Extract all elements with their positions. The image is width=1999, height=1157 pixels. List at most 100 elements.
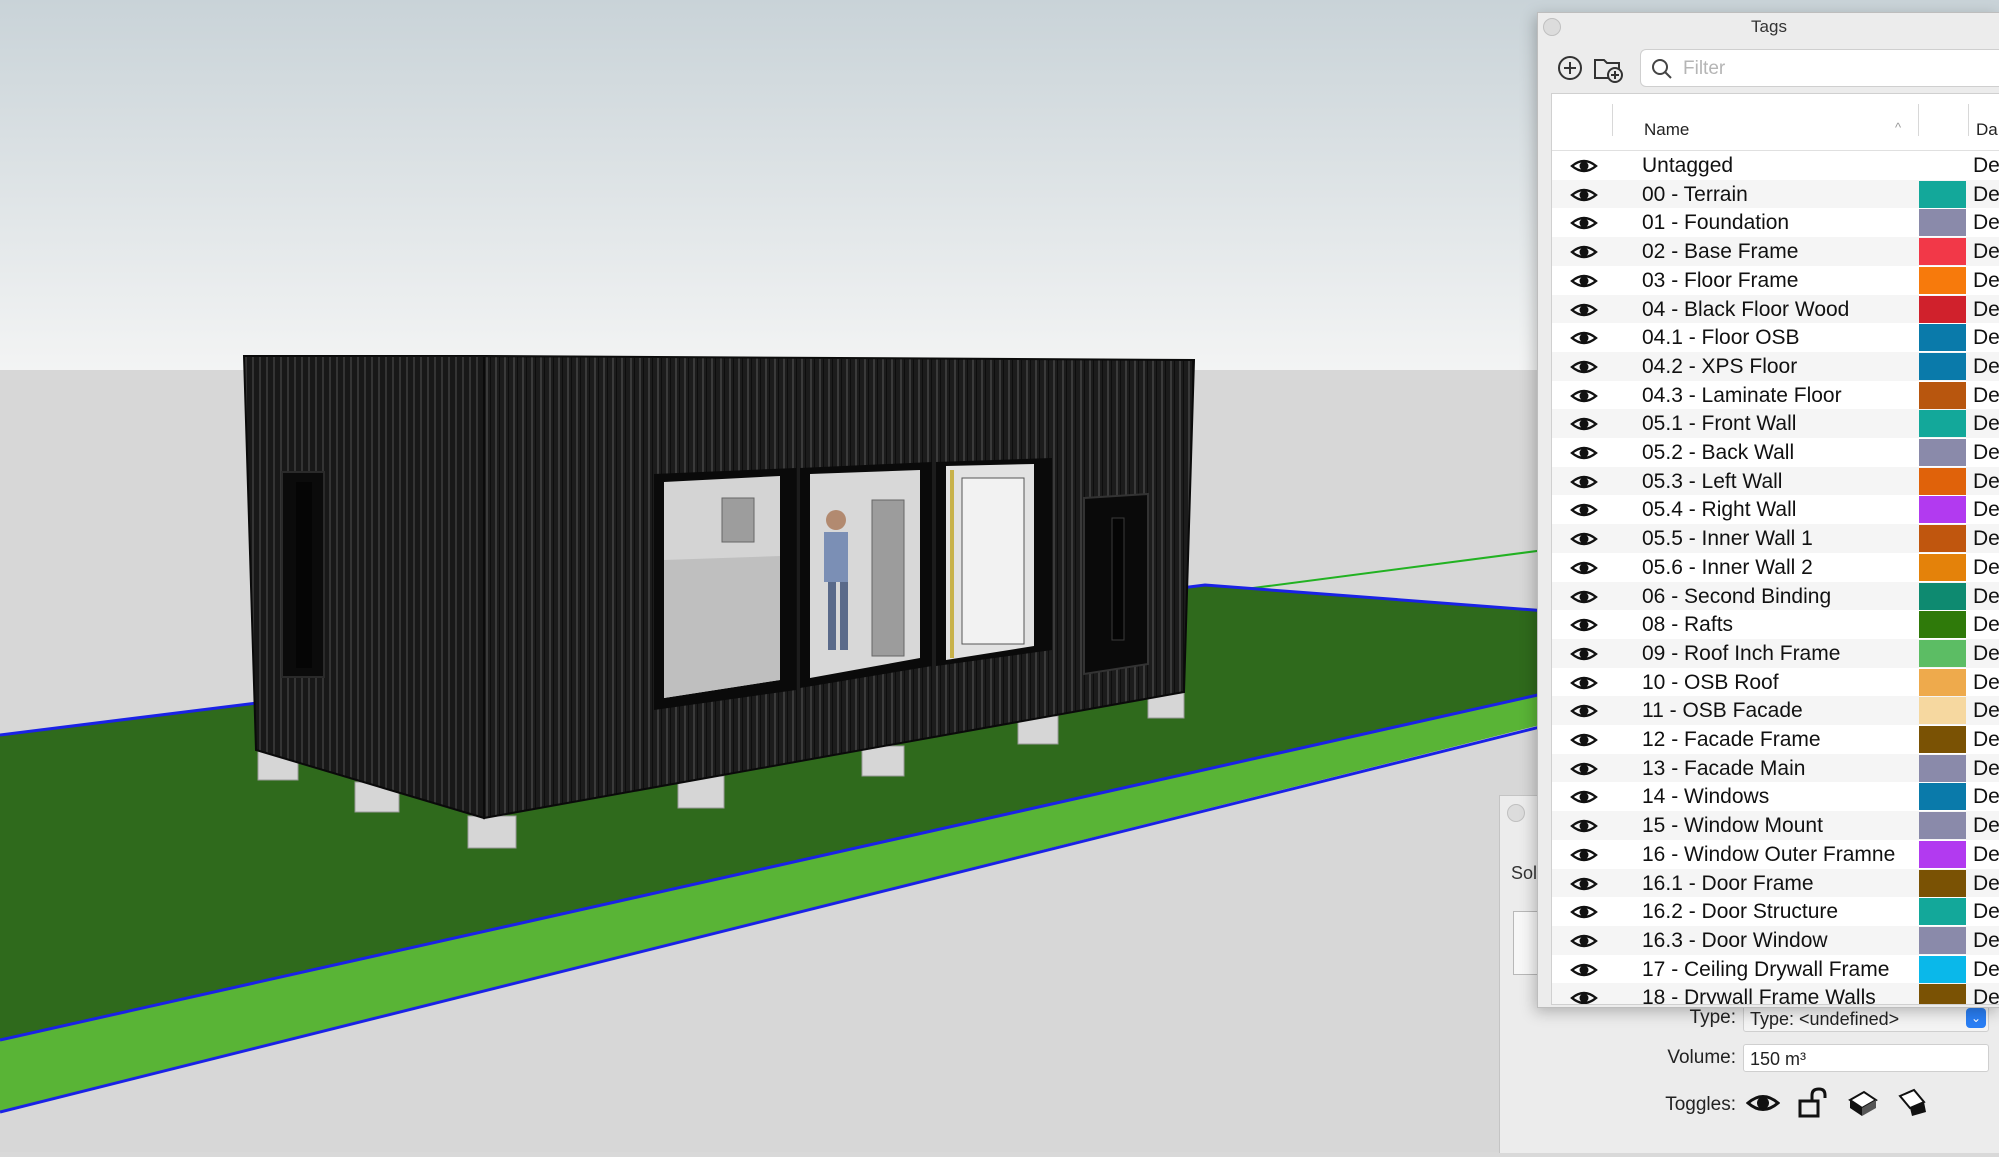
tag-dash-value[interactable]: De: [1973, 498, 1999, 522]
tag-dash-value[interactable]: De: [1973, 757, 1999, 781]
tag-row[interactable]: 10 - OSB Roof De: [1552, 668, 1999, 697]
tag-color-swatch[interactable]: [1919, 410, 1966, 438]
tag-dash-value[interactable]: De: [1973, 240, 1999, 264]
tag-color-swatch[interactable]: [1919, 525, 1966, 553]
tag-color-swatch[interactable]: [1919, 496, 1966, 524]
visibility-eye-icon[interactable]: [1570, 357, 1598, 377]
tag-dash-value[interactable]: De: [1973, 613, 1999, 637]
tag-color-swatch[interactable]: [1919, 266, 1966, 294]
tag-row[interactable]: 16.3 - Door Window De: [1552, 925, 1999, 955]
visibility-eye-icon[interactable]: [1570, 845, 1598, 865]
tag-color-swatch[interactable]: [1919, 439, 1966, 466]
tag-color-swatch[interactable]: [1919, 955, 1966, 983]
tag-dash-value[interactable]: De: [1973, 298, 1999, 322]
tag-dash-value[interactable]: De: [1973, 441, 1999, 465]
tag-row[interactable]: 16.2 - Door Structure De: [1552, 897, 1999, 926]
visibility-eye-icon[interactable]: [1570, 673, 1598, 693]
tag-color-swatch[interactable]: [1919, 840, 1966, 868]
tag-color-swatch[interactable]: [1919, 697, 1966, 725]
visibility-eye-icon[interactable]: [1570, 386, 1598, 406]
add-tag-folder-icon[interactable]: [1592, 52, 1624, 84]
tag-dash-value[interactable]: De: [1973, 843, 1999, 867]
tag-row[interactable]: 09 - Roof Inch Frame De: [1552, 638, 1999, 668]
tag-row[interactable]: 05.1 - Front Wall De: [1552, 409, 1999, 438]
tag-color-swatch[interactable]: [1919, 869, 1966, 897]
tag-dash-value[interactable]: De: [1973, 986, 1999, 1004]
tag-color-swatch[interactable]: [1919, 238, 1966, 266]
visibility-eye-icon[interactable]: [1570, 960, 1598, 980]
visibility-eye-icon[interactable]: [1570, 644, 1598, 664]
tag-color-swatch[interactable]: [1919, 926, 1966, 954]
visibility-eye-icon[interactable]: [1570, 213, 1598, 233]
tag-dash-value[interactable]: De: [1973, 872, 1999, 896]
tag-dash-value[interactable]: De: [1973, 154, 1999, 178]
tag-color-swatch[interactable]: [1919, 381, 1966, 409]
visibility-eye-icon[interactable]: [1570, 414, 1598, 434]
visibility-eye-icon[interactable]: [1570, 558, 1598, 578]
tag-dash-value[interactable]: De: [1973, 814, 1999, 838]
visibility-eye-icon[interactable]: [1570, 242, 1598, 262]
tag-dash-value[interactable]: De: [1973, 642, 1999, 666]
visibility-eye-icon[interactable]: [1570, 787, 1598, 807]
tag-dash-value[interactable]: De: [1973, 527, 1999, 551]
visibility-eye-icon[interactable]: [1570, 816, 1598, 836]
visibility-eye-icon[interactable]: [1570, 185, 1598, 205]
tag-row[interactable]: 05.4 - Right Wall De: [1552, 495, 1999, 524]
tag-dash-value[interactable]: De: [1973, 728, 1999, 752]
type-select[interactable]: Type: <undefined> ⌄: [1743, 1004, 1989, 1032]
visibility-eye-icon[interactable]: [1570, 328, 1598, 348]
tag-row[interactable]: 04.1 - Floor OSB De: [1552, 323, 1999, 352]
tag-color-swatch[interactable]: [1919, 639, 1966, 667]
visibility-eye-icon[interactable]: [1570, 529, 1598, 549]
tag-row[interactable]: 15 - Window Mount De: [1552, 811, 1999, 840]
tag-row[interactable]: 18 - Drywall Frame Walls De: [1552, 983, 1999, 1004]
tag-color-swatch[interactable]: [1919, 352, 1966, 380]
tag-color-swatch[interactable]: [1919, 553, 1966, 581]
tag-color-swatch[interactable]: [1919, 180, 1966, 208]
visibility-eye-icon[interactable]: [1570, 730, 1598, 750]
unlock-icon[interactable]: [1796, 1086, 1830, 1120]
tag-row[interactable]: 04 - Black Floor Wood De: [1552, 294, 1999, 324]
tag-dash-value[interactable]: De: [1973, 269, 1999, 293]
tag-row[interactable]: 06 - Second Binding De: [1552, 581, 1999, 611]
tag-row[interactable]: 16.1 - Door Frame De: [1552, 868, 1999, 898]
column-header-dashes[interactable]: Da: [1976, 120, 1998, 140]
visibility-eye-icon[interactable]: [1570, 874, 1598, 894]
visibility-eye-icon[interactable]: [1570, 931, 1598, 951]
tag-row[interactable]: 08 - Rafts De: [1552, 610, 1999, 639]
tag-dash-value[interactable]: De: [1973, 929, 1999, 953]
filter-input[interactable]: [1681, 54, 1999, 84]
tag-color-swatch[interactable]: [1919, 611, 1966, 639]
tag-dash-value[interactable]: De: [1973, 384, 1999, 408]
tag-color-swatch[interactable]: [1919, 668, 1966, 696]
visibility-eye-icon[interactable]: [1570, 300, 1598, 320]
visibility-eye-icon[interactable]: [1570, 988, 1598, 1004]
tag-dash-value[interactable]: De: [1973, 211, 1999, 235]
tag-row[interactable]: 05.6 - Inner Wall 2 De: [1552, 553, 1999, 582]
tag-row[interactable]: 02 - Base Frame De: [1552, 237, 1999, 266]
tag-dash-value[interactable]: De: [1973, 785, 1999, 809]
visibility-eye-icon[interactable]: [1746, 1086, 1780, 1120]
tag-row[interactable]: 05.5 - Inner Wall 1 De: [1552, 524, 1999, 553]
tag-color-swatch[interactable]: [1919, 984, 1966, 1004]
tag-row[interactable]: 13 - Facade Main De: [1552, 753, 1999, 783]
visibility-eye-icon[interactable]: [1570, 759, 1598, 779]
tag-dash-value[interactable]: De: [1973, 585, 1999, 609]
tag-row[interactable]: 05.2 - Back Wall De: [1552, 438, 1999, 467]
tag-row[interactable]: 16 - Window Outer Framne De: [1552, 840, 1999, 869]
tag-dash-value[interactable]: De: [1973, 412, 1999, 436]
tag-color-swatch[interactable]: [1919, 812, 1966, 840]
entity-close-button[interactable]: [1507, 804, 1525, 822]
tag-dash-value[interactable]: De: [1973, 556, 1999, 580]
tag-row[interactable]: 14 - Windows De: [1552, 782, 1999, 811]
tag-dash-value[interactable]: De: [1973, 671, 1999, 695]
visibility-eye-icon[interactable]: [1570, 472, 1598, 492]
tag-dash-value[interactable]: De: [1973, 699, 1999, 723]
tag-color-swatch[interactable]: [1919, 726, 1966, 753]
tag-color-swatch[interactable]: [1919, 467, 1966, 495]
tag-row[interactable]: 04.2 - XPS Floor De: [1552, 351, 1999, 381]
visibility-eye-icon[interactable]: [1570, 500, 1598, 520]
tag-row[interactable]: Untagged De: [1552, 151, 1999, 180]
tag-color-swatch[interactable]: [1919, 898, 1966, 926]
visibility-eye-icon[interactable]: [1570, 156, 1598, 176]
